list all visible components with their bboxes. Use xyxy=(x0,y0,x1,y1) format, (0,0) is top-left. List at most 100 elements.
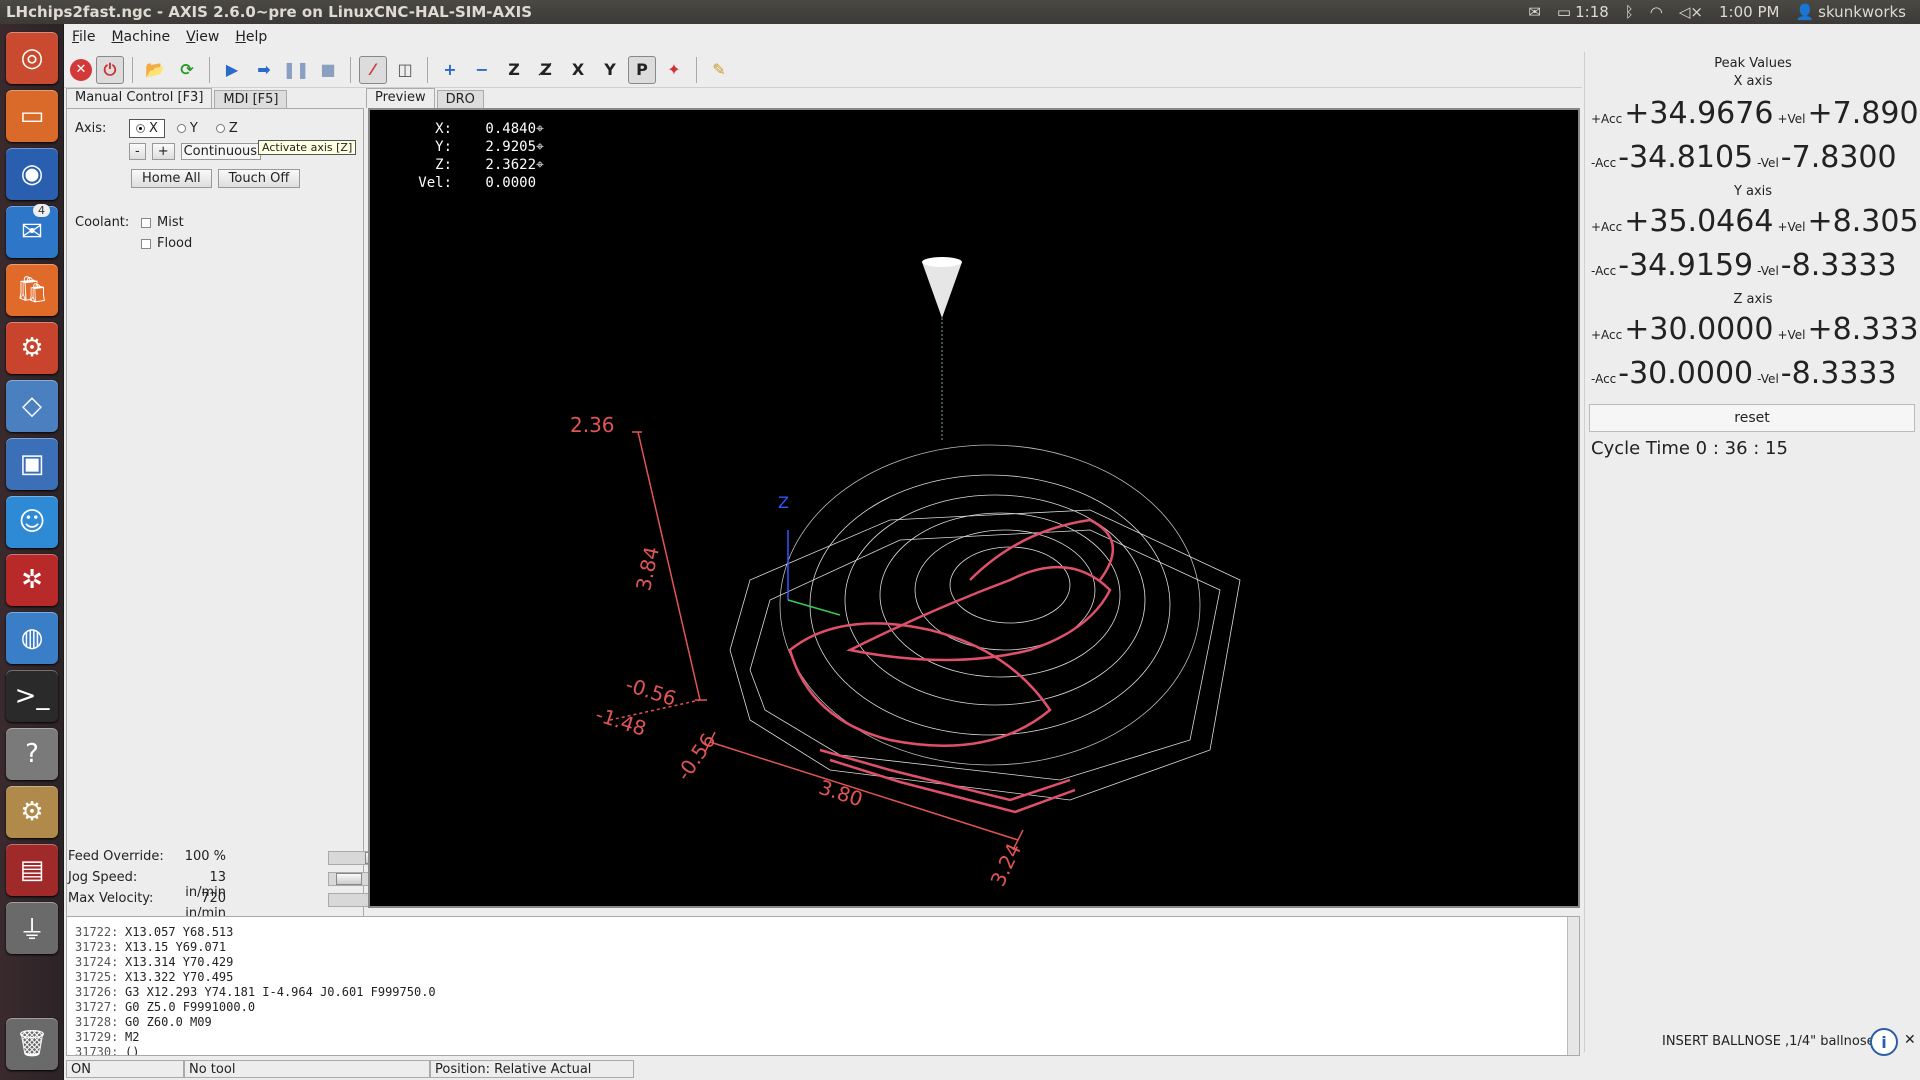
jog-mode-select[interactable]: Continuous xyxy=(180,143,261,160)
clear-backplot-icon[interactable]: ✎ xyxy=(705,56,733,84)
code-line[interactable]: 31722: X13.057 Y68.513 xyxy=(75,925,1579,940)
position-mode: Position: Relative Actual xyxy=(430,1060,634,1078)
run-icon[interactable]: ▶ xyxy=(218,56,246,84)
remote-desktop-icon[interactable]: ▣ xyxy=(6,438,58,490)
reset-button[interactable]: reset xyxy=(1589,404,1915,432)
tab-dro[interactable]: DRO xyxy=(436,90,484,108)
dash-home-icon[interactable]: ◎ xyxy=(6,32,58,84)
linuxcnc-icon[interactable]: ⚙ xyxy=(6,786,58,838)
axis-x-radio[interactable]: X xyxy=(129,119,165,138)
virtualbox-icon[interactable]: ◇ xyxy=(6,380,58,432)
battery-icon: ▭ xyxy=(1556,3,1572,21)
z-macc-value: -30.0000 xyxy=(1618,356,1754,391)
stop-icon[interactable]: ■ xyxy=(314,56,342,84)
axis-y-radio[interactable]: Y xyxy=(171,120,204,137)
menu-file[interactable]: File xyxy=(72,29,95,45)
view-z2-icon[interactable]: Z̸ xyxy=(532,56,560,84)
dim-z-bottom: -0.56 xyxy=(623,672,680,711)
volume-icon[interactable]: ◁× xyxy=(1679,3,1703,21)
workspace-switcher-icon[interactable]: ▤ xyxy=(6,844,58,896)
chromium-icon[interactable]: ◍ xyxy=(6,612,58,664)
touch-off-button[interactable]: Touch Off xyxy=(217,169,301,188)
z-negative-row: -Acc -30.0000 -Vel -8.3333 xyxy=(1591,356,1901,391)
line-number: 31730: xyxy=(75,1045,119,1056)
mail-icon[interactable]: ✉ xyxy=(1528,3,1541,21)
menu-machine[interactable]: Machine xyxy=(111,29,170,45)
reload-icon[interactable]: ⟳ xyxy=(173,56,201,84)
block-delete-icon[interactable]: ⁄ xyxy=(359,55,387,84)
gcode-listing[interactable]: 31722: X13.057 Y68.513 31723: X13.15 Y69.0… xyxy=(66,916,1580,1056)
jog-row: - + Continuous xyxy=(129,143,261,160)
jog-minus-button[interactable]: - xyxy=(129,143,146,160)
x-macc-value: -34.8105 xyxy=(1618,140,1754,175)
dim-z-length: 3.84 xyxy=(631,544,664,593)
software-center-icon[interactable]: 🛍 xyxy=(6,264,58,316)
chat-icon[interactable]: ☺ xyxy=(6,496,58,548)
slider-thumb[interactable] xyxy=(336,873,362,885)
axis-tooltip: Activate axis [Z] xyxy=(258,140,357,155)
menu-help[interactable]: Help xyxy=(235,29,267,45)
help-icon[interactable]: ? xyxy=(6,728,58,780)
pause-icon[interactable]: ❚❚ xyxy=(282,56,310,84)
battery-indicator[interactable]: ▭ 1:18 xyxy=(1557,3,1609,21)
code-line[interactable]: 31726: G3 X12.293 Y74.181 I-4.964 J0.601 … xyxy=(75,985,1579,1000)
code-line[interactable]: 31727: G0 Z5.0 F9991000.0 xyxy=(75,1000,1579,1015)
zoom-out-icon[interactable]: − xyxy=(468,56,496,84)
firefox-icon[interactable]: ◉ xyxy=(6,148,58,200)
bluetooth-icon[interactable]: ᛒ xyxy=(1625,3,1634,21)
optional-stop-icon[interactable]: ◫ xyxy=(391,56,419,84)
menu-view[interactable]: View xyxy=(186,29,219,45)
tab-mdi[interactable]: MDI [F5] xyxy=(214,90,288,108)
jog-plus-button[interactable]: + xyxy=(151,143,175,160)
code-line[interactable]: 31723: X13.15 Y69.071 xyxy=(75,940,1579,955)
window-title: LHchips2fast.ngc - AXIS 2.6.0~pre on Lin… xyxy=(6,3,533,21)
estop-icon[interactable]: ✕ xyxy=(70,58,92,81)
tool-cone-top xyxy=(922,257,962,267)
wifi-icon[interactable]: ◠ xyxy=(1650,3,1663,21)
launcher: ◎ ▭ ◉ ✉ 4 🛍 ⚙ ◇ ▣ ☺ ✲ ◍ >_ ? ⚙ ▤ ⏚ 🗑 xyxy=(0,24,64,1080)
axis-z-radio[interactable]: Z xyxy=(210,120,244,137)
home-all-button[interactable]: Home All xyxy=(131,169,212,188)
power-icon[interactable]: ⏻ xyxy=(96,55,124,84)
terminal-icon[interactable]: >_ xyxy=(6,670,58,722)
pacc-label: +Acc xyxy=(1591,112,1623,126)
view-perspective-icon[interactable]: P xyxy=(628,55,656,84)
view-x-icon[interactable]: X xyxy=(564,56,592,84)
y-pacc-value: +35.0464 xyxy=(1624,204,1774,239)
system-settings-icon[interactable]: ⚙ xyxy=(6,322,58,374)
code-line[interactable]: 31729: M2 xyxy=(75,1030,1579,1045)
toolpath-preview[interactable]: X: 0.4840 ⌖ Y: 2.9205 ⌖ Z: 2.3622 ⌖ Vel: 0.0000 xyxy=(368,108,1580,908)
code-line[interactable]: 31730: () xyxy=(75,1045,1579,1056)
battery-time: 1:18 xyxy=(1575,3,1609,21)
code-line[interactable]: 31728: G0 Z60.0 M09 xyxy=(75,1015,1579,1030)
rotate-view-icon[interactable]: ✦ xyxy=(660,56,688,84)
tab-preview[interactable]: Preview xyxy=(366,88,435,108)
tab-manual-control[interactable]: Manual Control [F3] xyxy=(66,88,213,108)
files-icon[interactable]: ▭ xyxy=(6,90,58,142)
flood-checkbox[interactable] xyxy=(141,238,151,249)
code-line[interactable]: 31724: X13.314 Y70.429 xyxy=(75,955,1579,970)
usb-drive-icon[interactable]: ⏚ xyxy=(6,902,58,954)
close-message-icon[interactable]: ✕ xyxy=(1904,1032,1916,1048)
radio-y-icon xyxy=(176,124,186,133)
info-icon[interactable]: i xyxy=(1870,1028,1898,1056)
step-icon[interactable]: ➡ xyxy=(250,56,278,84)
code-scrollbar[interactable] xyxy=(1567,917,1579,1055)
clock[interactable]: 1:00 PM xyxy=(1719,3,1779,21)
trash-icon[interactable]: 🗑 xyxy=(6,1018,58,1070)
tool-cone-icon xyxy=(922,262,962,318)
view-y-icon[interactable]: Y xyxy=(596,56,624,84)
code-line[interactable]: 31725: X13.322 Y70.495 xyxy=(75,970,1579,985)
left-panel: Manual Control [F3] MDI [F5] Axis: X Y Z… xyxy=(66,88,364,934)
pvel-label: +Vel xyxy=(1777,328,1806,342)
mist-checkbox[interactable] xyxy=(141,217,151,228)
open-file-icon[interactable]: 📂 xyxy=(141,56,169,84)
y-mvel-value: -8.3333 xyxy=(1780,248,1897,283)
axis-z-label: Z xyxy=(228,121,238,136)
user-menu[interactable]: 👤 skunkworks xyxy=(1795,3,1906,21)
zoom-in-icon[interactable]: + xyxy=(436,56,464,84)
linuxcnc-config-icon[interactable]: ✲ xyxy=(6,554,58,606)
view-z-icon[interactable]: Z xyxy=(500,56,528,84)
thunderbird-icon[interactable]: ✉ 4 xyxy=(6,204,58,258)
y-macc-value: -34.9159 xyxy=(1618,248,1754,283)
